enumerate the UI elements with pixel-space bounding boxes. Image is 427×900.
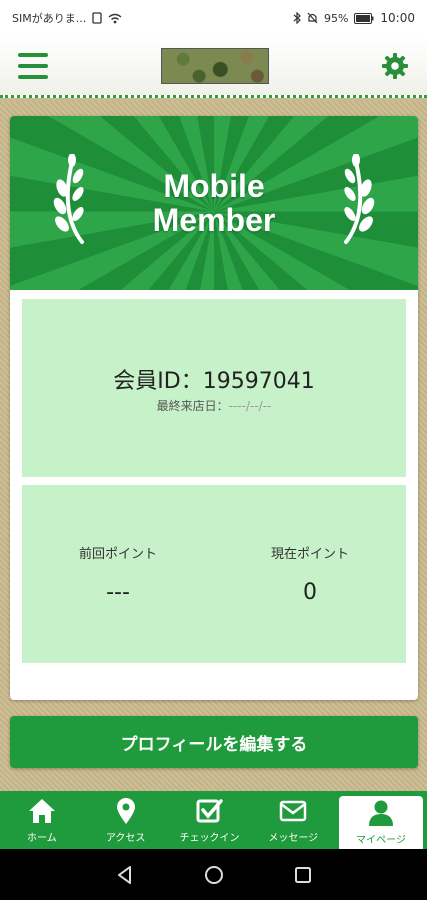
tab-checkin[interactable]: チェックイン <box>168 791 252 849</box>
tab-checkin-label: チェックイン <box>179 832 240 844</box>
edit-profile-button[interactable]: プロフィールを編集する <box>10 716 418 768</box>
tab-access[interactable]: アクセス <box>84 791 168 849</box>
clock: 10:00 <box>380 11 415 25</box>
member-id: 会員ID：19597041 <box>113 363 314 395</box>
laurel-left-icon <box>53 154 84 244</box>
app-header <box>0 36 427 98</box>
points-panel: 前回ポイント --- 現在ポイント 0 <box>22 485 406 663</box>
tab-access-label: アクセス <box>105 832 146 844</box>
home-icon <box>28 798 55 823</box>
banner-title-line1: Mobile <box>163 168 265 204</box>
member-banner: Mobile Member <box>10 116 418 290</box>
wifi-icon <box>108 13 122 23</box>
gear-icon[interactable] <box>381 52 409 80</box>
status-left: SIMがありま... <box>12 10 122 26</box>
last-visit-value: ----/--/-- <box>228 398 272 413</box>
home-circle-icon[interactable] <box>203 864 225 886</box>
mail-icon <box>280 800 307 821</box>
status-right: 95% 10:00 <box>293 11 415 25</box>
tab-mypage-label: マイページ <box>356 835 406 846</box>
battery-icon <box>354 12 374 24</box>
banner-title-line2: Member <box>152 202 276 238</box>
current-points-label: 現在ポイント <box>270 547 349 562</box>
current-points: 現在ポイント 0 <box>225 543 395 605</box>
system-nav-bar <box>0 849 427 900</box>
tab-message-label: メッセージ <box>268 832 319 844</box>
shop-logo <box>160 47 269 84</box>
tab-mypage[interactable]: マイページ <box>339 796 423 849</box>
battery-percent: 95% <box>323 11 349 25</box>
tab-home-label: ホーム <box>27 832 57 844</box>
previous-points: 前回ポイント --- <box>33 543 203 605</box>
bottom-tab-bar: ホーム アクセス チェックイン メッセージ マイページ <box>0 791 427 849</box>
map-pin-icon <box>116 797 135 824</box>
checkin-icon <box>196 798 224 822</box>
tab-message[interactable]: メッセージ <box>251 791 335 849</box>
laurel-right-icon <box>344 154 375 244</box>
last-visit-label: 最終来店日： <box>156 398 229 413</box>
banner-title: Mobile Member <box>153 169 276 237</box>
bluetooth-icon <box>293 12 301 24</box>
member-card: Mobile Member 会員ID：19597041 最終来店日：----/-… <box>10 116 418 700</box>
mute-bell-icon <box>307 12 318 24</box>
recents-square-icon[interactable] <box>292 864 314 886</box>
sim-icon <box>92 12 102 24</box>
status-bar: SIMがありま... 95% 10:00 <box>0 0 427 36</box>
member-id-panel: 会員ID：19597041 最終来店日：----/--/-- <box>22 299 406 477</box>
member-id-label: 会員ID： <box>113 368 203 394</box>
user-icon <box>369 800 394 826</box>
tab-home[interactable]: ホーム <box>0 791 84 849</box>
hamburger-menu-icon[interactable] <box>18 52 48 79</box>
last-visit: 最終来店日：----/--/-- <box>157 397 272 414</box>
previous-points-value: --- <box>106 580 130 605</box>
member-id-value: 19597041 <box>202 368 315 394</box>
back-triangle-icon[interactable] <box>114 864 136 886</box>
current-points-value: 0 <box>303 580 317 605</box>
previous-points-label: 前回ポイント <box>78 547 157 562</box>
carrier-text: SIMがありま... <box>12 12 87 25</box>
